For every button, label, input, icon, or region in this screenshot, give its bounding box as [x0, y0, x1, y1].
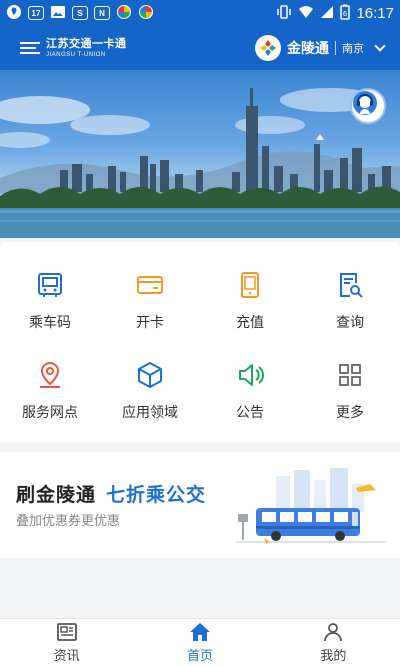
menu-item-applications[interactable]: 应用领域: [100, 332, 200, 422]
menu-item-label: 应用领域: [122, 404, 178, 420]
tab-label: 我的: [320, 647, 347, 663]
menu-item-query[interactable]: 查询: [300, 242, 400, 332]
menu-item-announcements[interactable]: 公告: [200, 332, 300, 422]
logo-en-text: JIANGSU T-UNION: [46, 51, 106, 58]
menu-item-service-outlets[interactable]: 服务网点: [0, 332, 100, 422]
image-icon: [50, 5, 66, 22]
grid-icon: [335, 360, 365, 390]
search-doc-icon: [335, 270, 365, 300]
color-app-icon: [138, 4, 154, 23]
tab-home[interactable]: 首页: [133, 619, 266, 666]
menu-item-open-card[interactable]: 开卡: [100, 242, 200, 332]
calendar-icon: 17: [28, 6, 44, 20]
speaker-icon: [235, 360, 265, 390]
battery-level: 6: [343, 10, 348, 18]
skyline-image: [0, 88, 400, 238]
phone-topup-icon: [235, 270, 265, 300]
tab-mine[interactable]: 我的: [267, 619, 400, 666]
card-icon: [135, 270, 165, 300]
city-name: 南京: [342, 43, 364, 55]
customer-service-icon: [353, 91, 377, 115]
menu-item-label: 更多: [336, 404, 364, 420]
map-pin-icon: [6, 4, 22, 23]
tunion-logo-icon: [20, 41, 42, 55]
color-app-icon: [116, 4, 132, 23]
menu-item-top-up[interactable]: 充值: [200, 242, 300, 332]
menu-item-label: 充值: [236, 314, 264, 330]
vibrate-icon: [276, 4, 292, 22]
notif-badge: 17: [31, 8, 41, 18]
chevron-down-icon: [374, 40, 386, 52]
clock: 16:17: [356, 4, 394, 22]
promo-highlight: 七折乘公交: [106, 485, 207, 506]
bus-code-icon: [35, 270, 65, 300]
tab-label: 首页: [186, 647, 213, 663]
menu-item-label: 公告: [236, 404, 264, 420]
user-icon: [324, 622, 343, 641]
divider: [335, 41, 336, 55]
menu-item-label: 服务网点: [22, 404, 78, 420]
bottom-tab-bar: 资讯 首页 我的: [0, 618, 400, 666]
menu-item-label: 查询: [336, 314, 364, 330]
status-left: 17 S N: [6, 4, 154, 23]
news-icon: [56, 622, 77, 641]
menu-item-label: 开卡: [136, 314, 164, 330]
location-icon: [35, 360, 65, 390]
promo-title-text: 刷金陵通: [16, 485, 97, 506]
promo-subtitle: 叠加优惠券更优惠: [16, 513, 121, 528]
home-icon: [189, 622, 210, 641]
city-banner[interactable]: [0, 70, 400, 238]
status-right: 6 16:17: [276, 4, 394, 23]
bus-illustration: [236, 468, 386, 544]
customer-service-button[interactable]: [350, 88, 386, 124]
logo-cn-text: 江苏交通一卡通: [46, 37, 127, 50]
function-menu: 乘车码 开卡 充值 查询 服务网点 应用领域 公告 更多: [0, 242, 400, 442]
brand-name: 金陵通: [287, 40, 329, 56]
menu-item-more[interactable]: 更多: [300, 332, 400, 422]
n-app-icon: N: [94, 6, 110, 20]
tab-news[interactable]: 资讯: [0, 619, 133, 666]
city-selector[interactable]: 金陵通 南京: [255, 35, 388, 61]
menu-item-label: 乘车码: [29, 314, 71, 330]
promo-title: 刷金陵通 七折乘公交: [16, 480, 206, 507]
menu-item-bus-code[interactable]: 乘车码: [0, 242, 100, 332]
s-app-icon: S: [72, 6, 88, 20]
wifi-icon: [298, 5, 314, 22]
promo-banner[interactable]: 刷金陵通 七折乘公交 叠加优惠券更优惠: [0, 452, 400, 558]
cube-icon: [135, 360, 165, 390]
signal-icon: [320, 5, 334, 22]
jinlingtong-logo-icon: [255, 35, 281, 61]
status-bar: 17 S N 6 16:17: [0, 0, 400, 26]
tab-label: 资讯: [53, 647, 80, 663]
jiangsu-tunion-logo: 江苏交通一卡通 JIANGSU T-UNION: [20, 37, 127, 58]
battery-icon: 6: [340, 4, 351, 23]
app-header: 江苏交通一卡通 JIANGSU T-UNION 金陵通 南京: [0, 26, 400, 70]
